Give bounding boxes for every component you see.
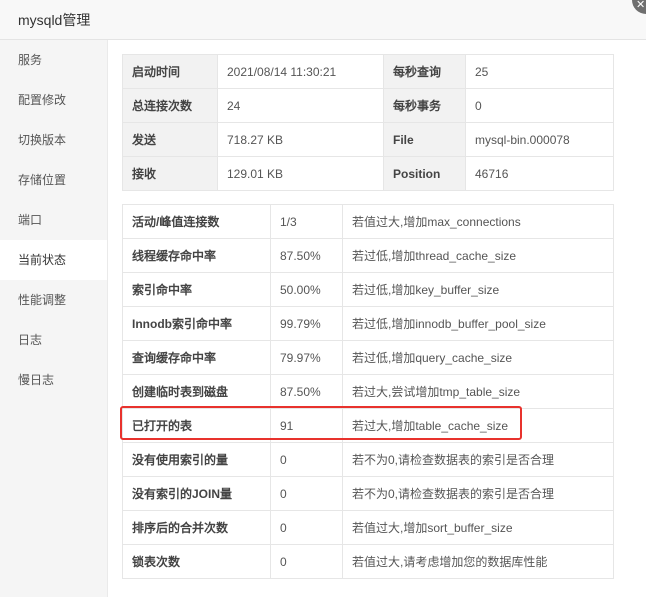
info-value: 25 [465, 54, 614, 89]
table-row: 查询缓存命中率 79.97% 若过低,增加query_cache_size [122, 340, 614, 375]
metric-value: 0 [270, 510, 343, 545]
sidebar-item-slow-log[interactable]: 慢日志 [0, 360, 107, 400]
metric-name: 没有索引的JOIN量 [122, 476, 271, 511]
metric-name: 已打开的表 [122, 408, 271, 443]
metric-value: 50.00% [270, 272, 343, 307]
table-row: 索引命中率 50.00% 若过低,增加key_buffer_size [122, 272, 614, 307]
metric-name: 查询缓存命中率 [122, 340, 271, 375]
info-label: 发送 [122, 122, 218, 157]
table-row: 启动时间 2021/08/14 11:30:21 每秒查询 25 [122, 54, 614, 89]
info-value: 46716 [465, 156, 614, 191]
metric-advice: 若值过大,增加max_connections [342, 204, 614, 239]
table-row: 创建临时表到磁盘 87.50% 若过大,尝试增加tmp_table_size [122, 374, 614, 409]
table-row: 总连接次数 24 每秒事务 0 [122, 88, 614, 123]
metric-advice: 若过低,增加thread_cache_size [342, 238, 614, 273]
metric-advice: 若过低,增加query_cache_size [342, 340, 614, 375]
metric-value: 79.97% [270, 340, 343, 375]
metric-advice: 若值过大,增加sort_buffer_size [342, 510, 614, 545]
sidebar-item-storage[interactable]: 存储位置 [0, 160, 107, 200]
info-value: 0 [465, 88, 614, 123]
table-row-highlighted: 已打开的表 91 若过大,增加table_cache_size [122, 408, 614, 443]
info-label: 启动时间 [122, 54, 218, 89]
sidebar-item-version[interactable]: 切换版本 [0, 120, 107, 160]
metric-name: 锁表次数 [122, 544, 271, 579]
metric-advice: 若过大,尝试增加tmp_table_size [342, 374, 614, 409]
metric-name: Innodb索引命中率 [122, 306, 271, 341]
table-row: 接收 129.01 KB Position 46716 [122, 156, 614, 191]
sidebar: 服务 配置修改 切换版本 存储位置 端口 当前状态 性能调整 日志 慢日志 [0, 40, 108, 597]
metric-advice: 若值过大,请考虑增加您的数据库性能 [342, 544, 614, 579]
info-label: 接收 [122, 156, 218, 191]
info-label: Position [383, 156, 466, 191]
table-row: 活动/峰值连接数 1/3 若值过大,增加max_connections [122, 204, 614, 239]
metric-advice: 若过低,增加innodb_buffer_pool_size [342, 306, 614, 341]
metric-name: 排序后的合并次数 [122, 510, 271, 545]
table-row: 线程缓存命中率 87.50% 若过低,增加thread_cache_size [122, 238, 614, 273]
metric-value: 87.50% [270, 238, 343, 273]
table-row: 没有索引的JOIN量 0 若不为0,请检查数据表的索引是否合理 [122, 476, 614, 511]
metric-name: 索引命中率 [122, 272, 271, 307]
metric-advice: 若过低,增加key_buffer_size [342, 272, 614, 307]
sidebar-item-service[interactable]: 服务 [0, 40, 107, 80]
info-value: 129.01 KB [217, 156, 384, 191]
sidebar-item-status[interactable]: 当前状态 [0, 240, 107, 280]
table-row: 没有使用索引的量 0 若不为0,请检查数据表的索引是否合理 [122, 442, 614, 477]
table-row: Innodb索引命中率 99.79% 若过低,增加innodb_buffer_p… [122, 306, 614, 341]
metric-name: 没有使用索引的量 [122, 442, 271, 477]
metric-name: 线程缓存命中率 [122, 238, 271, 273]
info-label: 每秒事务 [383, 88, 466, 123]
metric-advice: 若不为0,请检查数据表的索引是否合理 [342, 442, 614, 477]
metrics-table: 活动/峰值连接数 1/3 若值过大,增加max_connections 线程缓存… [122, 204, 614, 579]
metric-value: 91 [270, 408, 343, 443]
info-value: 2021/08/14 11:30:21 [217, 54, 384, 89]
info-value: 24 [217, 88, 384, 123]
table-row: 排序后的合并次数 0 若值过大,增加sort_buffer_size [122, 510, 614, 545]
metric-value: 87.50% [270, 374, 343, 409]
metric-value: 0 [270, 544, 343, 579]
metric-name: 创建临时表到磁盘 [122, 374, 271, 409]
table-row: 发送 718.27 KB File mysql-bin.000078 [122, 122, 614, 157]
metric-advice: 若不为0,请检查数据表的索引是否合理 [342, 476, 614, 511]
metric-value: 99.79% [270, 306, 343, 341]
info-label: File [383, 122, 466, 157]
close-icon: ✕ [636, 0, 646, 11]
info-value: 718.27 KB [217, 122, 384, 157]
metric-value: 1/3 [270, 204, 343, 239]
sidebar-item-performance[interactable]: 性能调整 [0, 280, 107, 320]
metric-value: 0 [270, 442, 343, 477]
title-bar: mysqld管理 [0, 0, 646, 40]
sidebar-item-port[interactable]: 端口 [0, 200, 107, 240]
status-info-table: 启动时间 2021/08/14 11:30:21 每秒查询 25 总连接次数 2… [122, 54, 614, 191]
info-label: 每秒查询 [383, 54, 466, 89]
status-panel: 启动时间 2021/08/14 11:30:21 每秒查询 25 总连接次数 2… [120, 54, 614, 579]
sidebar-item-log[interactable]: 日志 [0, 320, 107, 360]
metric-value: 0 [270, 476, 343, 511]
window-title: mysqld管理 [18, 12, 91, 28]
sidebar-item-config[interactable]: 配置修改 [0, 80, 107, 120]
metric-name: 活动/峰值连接数 [122, 204, 271, 239]
table-row: 锁表次数 0 若值过大,请考虑增加您的数据库性能 [122, 544, 614, 579]
info-value: mysql-bin.000078 [465, 122, 614, 157]
metric-advice: 若过大,增加table_cache_size [342, 408, 614, 443]
info-label: 总连接次数 [122, 88, 218, 123]
